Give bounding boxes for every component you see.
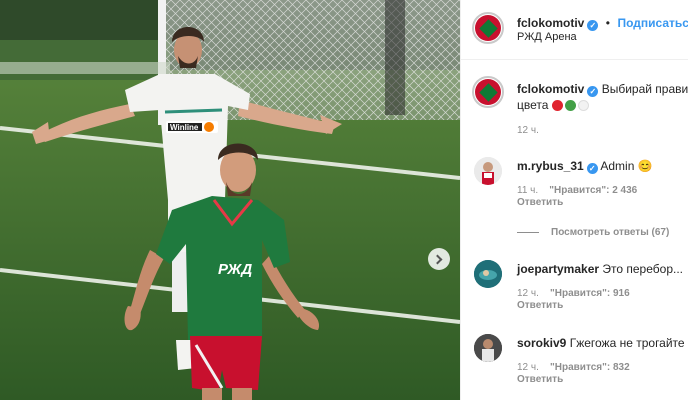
reply-button[interactable]: Ответить	[517, 197, 563, 208]
divider-line	[517, 231, 539, 233]
caption-line-2: цвета	[517, 98, 591, 112]
comment-likes[interactable]: "Нравится": 2 436	[549, 185, 637, 196]
comment-text: Admin 😊	[600, 159, 653, 173]
person-avatar-icon	[474, 334, 502, 362]
reply-button[interactable]: Ответить	[517, 374, 563, 385]
jersey-sponsor-label: Winline	[170, 123, 199, 132]
author-username[interactable]: fclokomotiv	[517, 16, 584, 30]
verified-badge-icon: ✓	[587, 86, 599, 97]
comment-meta: 12 ч. "Нравится": 916	[517, 288, 630, 299]
verified-badge-icon: ✓	[586, 163, 598, 174]
view-replies-label: Посмотреть ответы (67)	[551, 227, 670, 238]
comment-meta: 11 ч. "Нравится": 2 436	[517, 185, 637, 196]
underwater-avatar-icon	[474, 260, 502, 288]
caption-text-line2: цвета	[517, 98, 549, 112]
author-avatar[interactable]	[472, 12, 504, 44]
caption-time[interactable]: 12 ч.	[517, 125, 539, 136]
caption-username[interactable]: fclokomotiv	[517, 82, 584, 96]
caption-text: Выбирай прави	[601, 82, 688, 96]
commenter-avatar[interactable]	[474, 260, 502, 288]
comment-likes[interactable]: "Нравится": 916	[550, 288, 630, 299]
header-separator: •	[605, 16, 610, 30]
club-logo-icon	[475, 15, 501, 41]
follow-button[interactable]: Подписаться	[617, 16, 688, 30]
commenter-avatar[interactable]	[474, 157, 502, 185]
green-circle-icon	[564, 100, 576, 111]
comment-text: Гжегожа не трогайте	[569, 336, 685, 350]
commenter-avatar[interactable]	[474, 334, 502, 362]
reply-button[interactable]: Ответить	[517, 300, 563, 311]
comment-likes[interactable]: "Нравится": 832	[550, 362, 630, 373]
football-photo-illustration: Winline РЖД	[0, 0, 460, 400]
post-sidebar: fclokomotiv✓ • Подписаться РЖД Арена fcl…	[460, 0, 688, 400]
caption-avatar[interactable]	[472, 76, 504, 108]
comment-username[interactable]: joepartymaker	[517, 262, 599, 276]
comment-username[interactable]: m.rybus_31	[517, 159, 584, 173]
chevron-right-icon	[432, 254, 443, 264]
next-photo-button[interactable]	[428, 248, 450, 270]
person-avatar-icon	[474, 157, 502, 185]
club-logo-icon	[475, 79, 501, 105]
comment-meta: 12 ч. "Нравится": 832	[517, 362, 630, 373]
comment-username[interactable]: sorokiv9	[517, 336, 566, 350]
comment-time[interactable]: 11 ч.	[517, 185, 538, 196]
post-header: fclokomotiv✓ • Подписаться РЖД Арена	[461, 0, 688, 60]
white-circle-icon	[577, 100, 589, 111]
comment-text: Это перебор...	[602, 262, 683, 276]
view-replies-button[interactable]: Посмотреть ответы (67)	[517, 227, 669, 238]
post-photo[interactable]: Winline РЖД	[0, 0, 460, 400]
comment-time[interactable]: 12 ч.	[517, 362, 539, 373]
verified-badge-icon: ✓	[587, 20, 599, 31]
red-circle-icon	[551, 100, 563, 111]
comment-time[interactable]: 12 ч.	[517, 288, 539, 299]
front-sponsor-label: РЖД	[218, 261, 252, 278]
post-location[interactable]: РЖД Арена	[517, 31, 577, 43]
